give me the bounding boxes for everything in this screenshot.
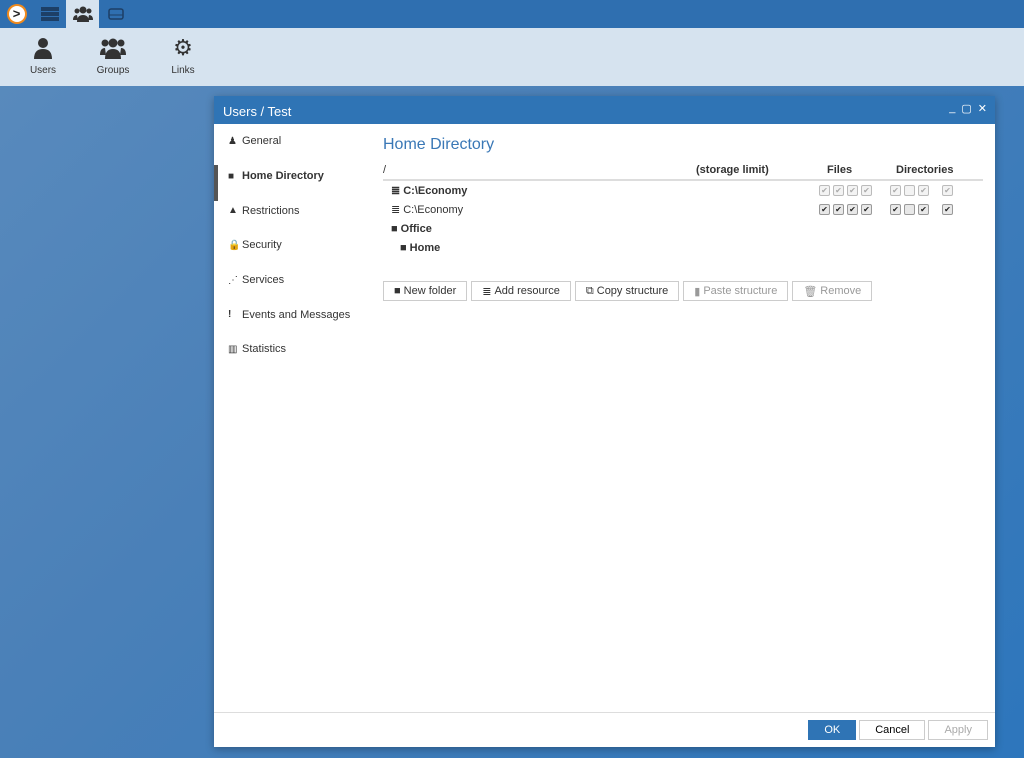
permission-checkbox[interactable]: ✔ <box>847 185 858 196</box>
permission-checkbox[interactable]: ✔ <box>918 204 929 215</box>
bar-chart-icon: ▥ <box>228 343 238 355</box>
user-icon <box>34 38 52 59</box>
table-header: / (storage limit) Files Directories <box>383 164 983 181</box>
permission-checkbox[interactable] <box>904 204 915 215</box>
page-title: Home Directory <box>383 136 495 153</box>
dirs-column: Directories <box>896 164 954 176</box>
groups-icon <box>100 38 126 59</box>
user-dialog: Users / Test _ ▢ ✕ ♟ General ■ Home Director… <box>214 96 995 747</box>
cancel-button[interactable]: Cancel <box>859 720 926 740</box>
signal-icon: ⋰ <box>228 274 238 286</box>
permission-checkbox[interactable]: ✔ <box>833 185 844 196</box>
new-folder-button[interactable]: ■ New folder <box>383 281 468 301</box>
button-icon: 🗑 <box>803 285 818 298</box>
exclamation-icon: ! <box>228 309 232 321</box>
permission-checkbox[interactable]: ✔ <box>942 185 953 196</box>
permission-checkbox[interactable]: ✔ <box>819 185 830 196</box>
folder-icon: ■ <box>391 222 398 235</box>
logo-icon: > <box>6 4 27 24</box>
path-column: / <box>383 164 387 176</box>
home-directory-panel: Home Directory / (storage limit) Files D… <box>383 124 983 301</box>
warning-icon: ▲ <box>228 205 238 217</box>
lock-icon: 🔒 <box>228 239 241 251</box>
permission-checkbox[interactable]: ✔ <box>833 204 844 215</box>
dialog-sidebar: ♟ General ■ Home Directory ▲ Restrictions 🔒… <box>214 124 374 367</box>
button-icon: ▮ <box>694 285 701 298</box>
permission-checkbox[interactable]: ✔ <box>918 185 929 196</box>
top-tabbar: > <box>0 0 1024 28</box>
dialog-title: Users / Test <box>223 104 292 119</box>
permission-checkbox[interactable]: ✔ <box>861 185 872 196</box>
sidebar-item-general[interactable]: ♟ General <box>214 124 374 159</box>
close-icon[interactable]: ✕ <box>978 102 987 115</box>
permission-checkbox[interactable]: ✔ <box>847 204 858 215</box>
permission-checkbox[interactable]: ✔ <box>942 204 953 215</box>
user-icon: ♟ <box>228 135 237 147</box>
tree-row[interactable]: ■ Office <box>383 219 983 238</box>
button-icon: ■ <box>394 285 401 297</box>
drive-icon <box>107 8 124 20</box>
permission-checkbox[interactable] <box>904 185 915 196</box>
resource-tree: ≣ C:\Economy ✔ ✔ ✔ ✔ ✔ ✔ ✔ ≣ C:\Economy ✔ ✔ ✔ ✔ ✔ ✔ ✔ ■ Off… <box>383 181 983 257</box>
permission-checkbox[interactable]: ✔ <box>890 204 901 215</box>
permission-checkbox[interactable]: ✔ <box>819 204 830 215</box>
sidebar-item-restrictions[interactable]: ▲ Restrictions <box>214 193 374 228</box>
row-name: ≣ C:\Economy <box>391 184 468 198</box>
sidebar-item-security[interactable]: 🔒 Security <box>214 228 374 263</box>
action-buttons: ■ New folder ≣ Add resource ⧉ Copy structure ▮… <box>383 281 983 301</box>
row-name: ■ Home <box>400 241 441 254</box>
row-name: ■ Office <box>391 222 432 235</box>
paste-structure-button[interactable]: ▮ Paste structure <box>683 281 789 301</box>
tree-row[interactable]: ■ Home <box>383 238 983 257</box>
sidebar-item-home-directory[interactable]: ■ Home Directory <box>214 159 374 201</box>
row-name: ≣ C:\Economy <box>391 203 464 217</box>
groups-icon <box>72 6 93 22</box>
copy-structure-button[interactable]: ⧉ Copy structure <box>574 281 680 301</box>
sidebar-item-events[interactable]: ! Events and Messages <box>214 297 374 332</box>
server-icon <box>40 7 59 21</box>
main-toolbar: Users Groups ⚙ Links <box>0 28 1024 86</box>
tab-drives[interactable] <box>99 0 132 28</box>
tree-row[interactable]: ≣ C:\Economy ✔ ✔ ✔ ✔ ✔ ✔ ✔ <box>383 200 983 219</box>
minimize-icon[interactable]: _ <box>949 102 955 115</box>
tab-groups[interactable] <box>66 0 99 28</box>
maximize-icon[interactable]: ▢ <box>961 102 971 115</box>
apply-button[interactable]: Apply <box>928 720 988 740</box>
gear-icon: ⚙ <box>173 35 193 60</box>
sidebar-item-services[interactable]: ⋰ Services <box>214 263 374 298</box>
toolbar-users[interactable]: Users <box>8 28 78 86</box>
add-resource-button[interactable]: ≣ Add resource <box>471 281 571 301</box>
button-icon: ≣ <box>482 285 492 298</box>
toolbar-groups[interactable]: Groups <box>78 28 148 86</box>
dialog-titlebar: Users / Test _ ▢ ✕ <box>214 96 995 124</box>
ok-button[interactable]: OK <box>808 720 857 740</box>
tab-servers[interactable] <box>33 0 66 28</box>
permission-checkbox[interactable]: ✔ <box>861 204 872 215</box>
sidebar-item-statistics[interactable]: ▥ Statistics <box>214 332 374 367</box>
database-icon: ≣ <box>391 185 401 197</box>
button-icon: ⧉ <box>585 284 594 297</box>
remove-button[interactable]: 🗑 Remove <box>792 281 873 301</box>
limit-column: (storage limit) <box>696 164 769 176</box>
tab-home[interactable]: > <box>0 0 33 28</box>
database-icon: ≣ <box>391 204 401 216</box>
files-column: Files <box>827 164 853 176</box>
dialog-footer: OK Cancel Apply <box>214 712 995 747</box>
folder-icon: ■ <box>228 170 235 182</box>
tree-row[interactable]: ≣ C:\Economy ✔ ✔ ✔ ✔ ✔ ✔ ✔ <box>383 181 983 200</box>
toolbar-links[interactable]: ⚙ Links <box>148 28 218 86</box>
folder-icon: ■ <box>400 241 407 254</box>
permission-checkbox[interactable]: ✔ <box>890 185 901 196</box>
